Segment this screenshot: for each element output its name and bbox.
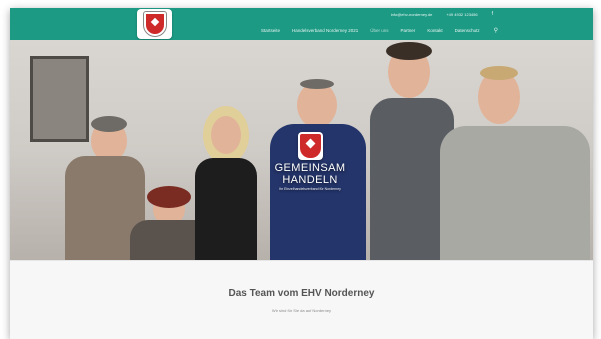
hero-logo <box>297 132 323 160</box>
email-link[interactable]: info@ehv-norderney.de <box>391 12 433 17</box>
hero-banner: GEMEINSAM HANDELN Ihr Einzelhandelsverba… <box>10 40 593 260</box>
team-section: Das Team vom EHV Norderney Wir sind für … <box>10 260 593 339</box>
section-title: Das Team vom EHV Norderney <box>228 288 375 299</box>
main-nav: Startseite Handelsverband Norderney 2021… <box>261 27 498 34</box>
nav-item-partner[interactable]: Partner <box>401 28 416 33</box>
person-6 <box>430 66 590 260</box>
hero-subtitle: Ihr Einzelhandelsverband für Norderney <box>279 187 341 191</box>
site-logo[interactable] <box>137 9 172 39</box>
section-divider <box>10 260 593 261</box>
shield-icon <box>142 11 167 37</box>
phone-link[interactable]: +49 4932 123456 <box>446 12 477 17</box>
site-header: info@ehv-norderney.de +49 4932 123456 f … <box>10 8 593 40</box>
nav-item-ueber-uns[interactable]: Über uns <box>370 28 388 33</box>
contact-bar: info@ehv-norderney.de +49 4932 123456 f <box>391 11 493 17</box>
nav-item-handelsverband[interactable]: Handelsverband Norderney 2021 <box>292 28 358 33</box>
nav-item-kontakt[interactable]: Kontakt <box>427 28 442 33</box>
nav-item-datenschutz[interactable]: Datenschutz <box>455 28 480 33</box>
browser-frame: info@ehv-norderney.de +49 4932 123456 f … <box>10 8 593 339</box>
hero-title: GEMEINSAM HANDELN <box>274 162 346 186</box>
section-subtitle: Wir sind für Sie da auf Norderney <box>271 308 332 313</box>
search-icon[interactable]: ⚲ <box>494 27 498 34</box>
shield-icon <box>299 134 321 158</box>
hero-overlay: GEMEINSAM HANDELN Ihr Einzelhandelsverba… <box>250 132 370 191</box>
facebook-icon[interactable]: f <box>492 11 493 17</box>
nav-item-startseite[interactable]: Startseite <box>261 28 280 33</box>
